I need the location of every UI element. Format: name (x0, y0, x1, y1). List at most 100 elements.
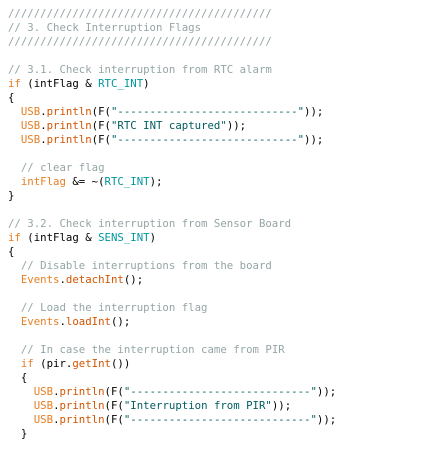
code-comment: // In case the interruption came from PI… (20, 343, 285, 356)
code-function: loadInt (65, 315, 111, 328)
code-comment: ////////////////////////////////////////… (8, 7, 272, 20)
code-line: USB.println(F("RTC INT captured")); (8, 119, 418, 133)
code-text: (F( (104, 399, 124, 412)
code-text: )); (226, 119, 247, 132)
code-keyword: intFlag (20, 175, 66, 188)
code-line: USB.println(F("Interruption from PIR")); (8, 399, 418, 413)
code-function: getInt (72, 357, 111, 370)
code-keyword: if (8, 231, 21, 244)
code-function: println (59, 413, 105, 426)
code-comment: // 3.1. Check interruption from RTC alar… (8, 63, 272, 76)
code-function: println (59, 399, 105, 412)
code-text: } (8, 189, 15, 202)
code-comment: // clear flag (20, 161, 105, 174)
code-string: "----------------------------" (123, 385, 317, 398)
code-line: } (8, 189, 418, 203)
code-function: println (46, 105, 92, 118)
code-keyword: Events (20, 273, 60, 286)
code-text: (intFlag & (20, 77, 99, 90)
code-text: &= ~( (65, 175, 105, 188)
code-line: // clear flag (8, 161, 418, 175)
code-keyword: if (20, 357, 34, 370)
code-line: { (8, 371, 418, 385)
code-string: "----------------------------" (110, 133, 305, 146)
code-text: } (8, 427, 28, 440)
code-keyword: USB (20, 119, 41, 132)
code-comment: ////////////////////////////////////////… (8, 35, 272, 48)
code-line: if (pir.getInt()) (8, 357, 418, 371)
code-keyword: USB (20, 105, 41, 118)
code-text: (F( (104, 385, 124, 398)
code-string: "RTC INT captured" (110, 119, 227, 132)
code-text: )); (304, 133, 324, 146)
code-text: ) (143, 77, 150, 90)
code-text: (); (123, 273, 144, 286)
code-line: { (8, 91, 418, 105)
code-text: ) (149, 231, 157, 244)
code-comment: // 3.2. Check interruption from Sensor B… (8, 217, 292, 230)
code-text: )); (271, 399, 292, 412)
code-line: ////////////////////////////////////////… (8, 7, 418, 21)
code-text: (F( (91, 119, 111, 132)
code-function: detachInt (65, 273, 124, 286)
code-line: // In case the interruption came from PI… (8, 343, 418, 357)
code-text: (F( (104, 413, 124, 426)
code-text: (F( (91, 133, 111, 146)
code-string: "----------------------------" (123, 413, 317, 426)
code-keyword: USB (33, 385, 54, 398)
code-line: USB.println(F("-------------------------… (8, 105, 418, 119)
code-text: { (8, 371, 28, 384)
code-text: (intFlag & (20, 231, 99, 244)
code-line: Events.loadInt(); (8, 315, 418, 329)
code-line: Events.detachInt(); (8, 273, 418, 287)
code-keyword: USB (33, 413, 54, 426)
code-function: println (46, 133, 92, 146)
code-keyword: USB (33, 399, 54, 412)
code-text: (F( (91, 105, 111, 118)
code-function: println (59, 385, 105, 398)
code-comment: // Load the interruption flag (20, 301, 208, 314)
code-line: ////////////////////////////////////////… (8, 35, 418, 49)
code-line: // Load the interruption flag (8, 301, 418, 315)
code-keyword: if (8, 77, 21, 90)
code-text: ()) (110, 357, 131, 370)
code-text: (pir. (33, 357, 73, 370)
code-line: // 3.1. Check interruption from RTC alar… (8, 63, 418, 77)
code-line: // 3.2. Check interruption from Sensor B… (8, 217, 418, 231)
code-keyword: USB (20, 133, 41, 146)
code-line: // Disable interruptions from the board (8, 259, 418, 273)
code-function: println (46, 119, 92, 132)
code-line: } (8, 427, 418, 441)
code-line: USB.println(F("-------------------------… (8, 413, 418, 427)
code-text: (); (110, 315, 131, 328)
code-line: // 3. Check Interruption Flags (8, 21, 418, 35)
code-text: ); (149, 175, 163, 188)
code-line: if (intFlag & SENS_INT) (8, 231, 418, 245)
code-line: intFlag &= ~(RTC_INT); (8, 175, 418, 189)
code-text: )); (316, 385, 337, 398)
code-string: "----------------------------" (110, 105, 305, 118)
code-line: USB.println(F("-------------------------… (8, 133, 418, 147)
code-constant: SENS_INT (98, 231, 150, 244)
code-text: )); (316, 413, 337, 426)
code-editor[interactable]: ////////////////////////////////////////… (8, 7, 418, 441)
code-text: { (8, 245, 15, 258)
code-line: if (intFlag & RTC_INT) (8, 77, 418, 91)
code-text: )); (304, 105, 324, 118)
